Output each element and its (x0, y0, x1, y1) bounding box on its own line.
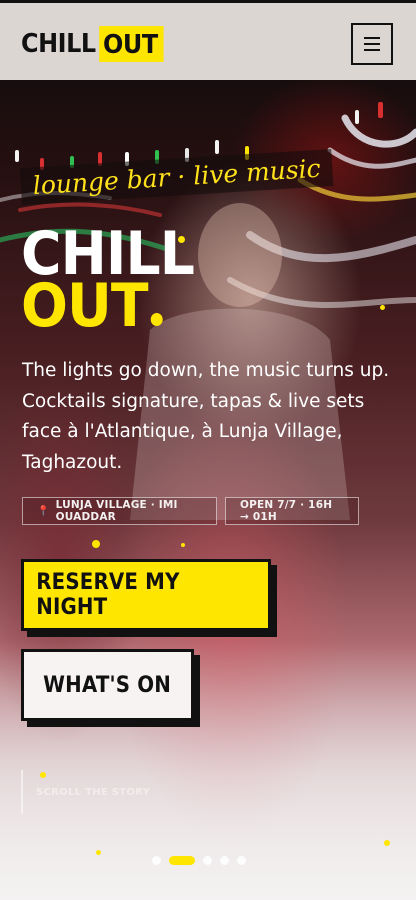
map-pin-icon: 📍 (37, 505, 50, 517)
scroll-indicator-line (21, 770, 23, 814)
confetti-dot (96, 850, 101, 855)
slide-dot[interactable] (152, 856, 161, 865)
confetti-dot (40, 772, 46, 778)
slide-dot[interactable] (220, 856, 229, 865)
location-text: LUNJA VILLAGE · IMI OUADDAR (55, 499, 178, 523)
confetti-dot (181, 543, 185, 547)
reserve-button-label: RESERVE MY NIGHT (36, 570, 180, 620)
logo[interactable]: CHILL OUT (21, 26, 164, 62)
confetti-dot (380, 305, 385, 310)
slide-dot[interactable] (203, 856, 212, 865)
whats-on-button[interactable]: WHAT'S ON (21, 649, 194, 721)
hours-text: OPEN 7/7 · 16H → 01H (240, 499, 333, 523)
logo-text-out: OUT (99, 26, 164, 62)
location-badge: 📍 LUNJA VILLAGE · IMI OUADDAR (22, 497, 217, 525)
hamburger-icon (364, 43, 380, 45)
reserve-button[interactable]: RESERVE MY NIGHT (21, 559, 271, 631)
hours-badge: OPEN 7/7 · 16H → 01H (225, 497, 359, 525)
slide-dot[interactable] (237, 856, 246, 865)
confetti-dot (384, 840, 390, 846)
slide-dot-active[interactable] (169, 856, 195, 865)
hero-title-line2-text: OUT (21, 271, 149, 341)
hero-lead: The lights go down, the music turns up. … (22, 360, 390, 473)
slide-pagination (152, 856, 246, 865)
whats-on-button-label: WHAT'S ON (43, 672, 172, 698)
confetti-dot (92, 540, 100, 548)
hero-title: CHILL OUT (21, 224, 195, 336)
menu-button[interactable] (351, 23, 393, 65)
logo-text-chill: CHILL (21, 29, 96, 59)
site-header: CHILL OUT (0, 0, 416, 80)
scroll-the-story-link[interactable]: SCROLL THE STORY (36, 787, 150, 798)
title-dot (150, 313, 163, 326)
